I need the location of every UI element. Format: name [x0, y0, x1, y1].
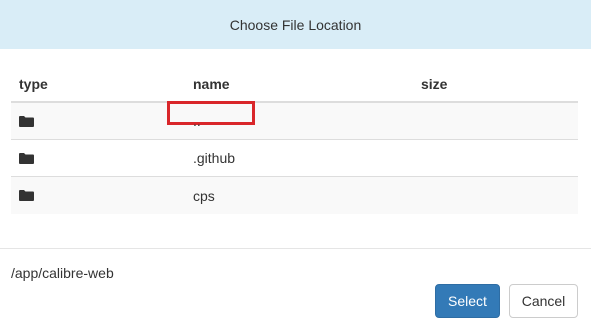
footer-divider	[0, 248, 591, 249]
column-header-name: name	[193, 75, 230, 92]
dialog-title: Choose File Location	[229, 16, 362, 33]
table-row[interactable]: cps	[11, 177, 578, 214]
current-path: /app/calibre-web	[11, 265, 114, 281]
file-name[interactable]: .github	[193, 150, 235, 166]
table-header: type name size	[11, 66, 578, 103]
file-location-dialog: Choose File Location type name size .. .…	[0, 0, 591, 328]
file-name[interactable]: cps	[193, 188, 215, 204]
column-header-size: size	[421, 75, 448, 92]
file-name[interactable]: ..	[193, 113, 201, 129]
folder-icon	[19, 151, 34, 167]
table-row[interactable]: .github	[11, 140, 578, 177]
file-table: type name size .. .github cps	[11, 66, 578, 214]
dialog-header: Choose File Location	[0, 0, 591, 49]
column-header-type: type	[19, 75, 48, 92]
folder-icon	[19, 188, 34, 204]
select-button[interactable]: Select	[435, 284, 500, 318]
folder-icon	[19, 114, 34, 130]
table-row[interactable]: ..	[11, 101, 578, 140]
cancel-button[interactable]: Cancel	[509, 284, 578, 318]
selection-highlight	[167, 101, 255, 125]
